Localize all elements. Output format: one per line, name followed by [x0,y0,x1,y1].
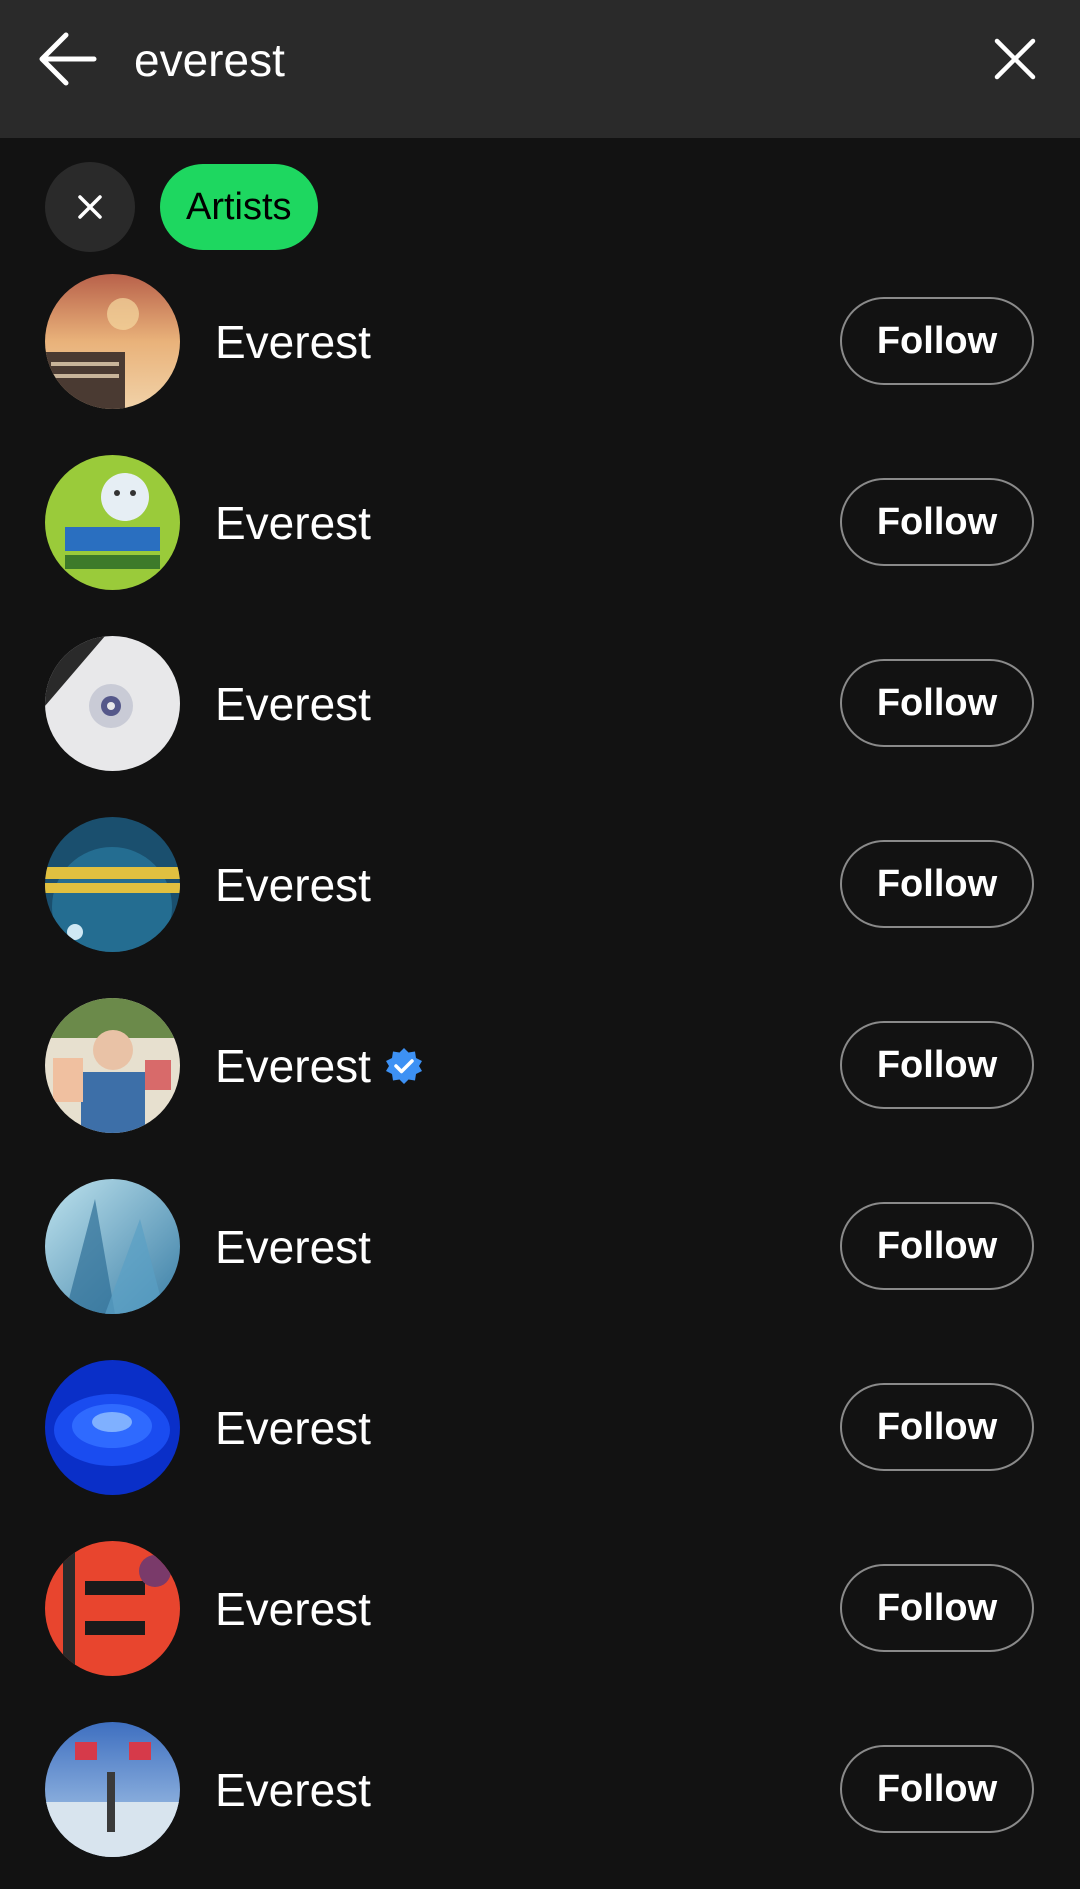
chip-artists[interactable]: Artists [160,164,318,250]
artist-name: Everest [215,1036,423,1096]
artist-avatar [45,455,180,590]
search-input[interactable] [134,28,954,92]
artist-name: Everest [215,1398,371,1458]
follow-button[interactable]: Follow [840,1745,1034,1833]
artist-name-text: Everest [215,497,371,549]
arrow-left-icon [39,32,97,86]
artist-name-text: Everest [215,1040,371,1092]
artist-name-text: Everest [215,1221,371,1273]
artist-name: Everest [215,1217,371,1277]
artist-avatar [45,636,180,771]
artist-avatar [45,998,180,1133]
artist-name-text: Everest [215,678,371,730]
verified-badge-icon [385,1047,423,1085]
artist-name-text: Everest [215,316,371,368]
artist-avatar [45,1541,180,1676]
artist-name: Everest [215,674,371,734]
artist-avatar [45,274,180,409]
artist-avatar [45,1179,180,1314]
artist-name: Everest [215,855,371,915]
follow-button[interactable]: Follow [840,1383,1034,1471]
follow-button[interactable]: Follow [840,478,1034,566]
list-item[interactable]: Everest Follow [0,1527,1080,1708]
list-item[interactable]: Everest Follow [0,803,1080,984]
list-item[interactable]: Everest Follow [0,1346,1080,1527]
follow-button[interactable]: Follow [840,1564,1034,1652]
filter-chips: Artists [0,160,1080,252]
artist-avatar [45,817,180,952]
artist-name: Everest [215,1760,371,1820]
follow-button[interactable]: Follow [840,840,1034,928]
follow-button[interactable]: Follow [840,297,1034,385]
artist-name-text: Everest [215,1583,371,1635]
close-icon [994,38,1036,80]
search-header [0,0,1080,138]
list-item[interactable]: Everest Follow [0,441,1080,622]
artist-name-text: Everest [215,859,371,911]
artist-avatar [45,1360,180,1495]
list-item[interactable]: Everest Follow [0,622,1080,803]
back-button[interactable] [30,24,106,94]
follow-button[interactable]: Follow [840,659,1034,747]
artist-name: Everest [215,312,371,372]
artist-avatar [45,1722,180,1857]
follow-button[interactable]: Follow [840,1021,1034,1109]
list-item[interactable]: Everest Follow [0,984,1080,1165]
list-item[interactable]: Everest Follow [0,1708,1080,1889]
clear-search-button[interactable] [980,24,1050,94]
clear-filter-button[interactable] [45,162,135,252]
close-icon [78,195,102,219]
artist-name: Everest [215,493,371,553]
list-item[interactable]: Everest Follow [0,260,1080,441]
follow-button[interactable]: Follow [840,1202,1034,1290]
list-item[interactable]: Everest Follow [0,1165,1080,1346]
artist-name: Everest [215,1579,371,1639]
artist-name-text: Everest [215,1402,371,1454]
artist-name-text: Everest [215,1764,371,1816]
artist-results-list: Everest Follow Everest Follow Everest Fo… [0,260,1080,1889]
